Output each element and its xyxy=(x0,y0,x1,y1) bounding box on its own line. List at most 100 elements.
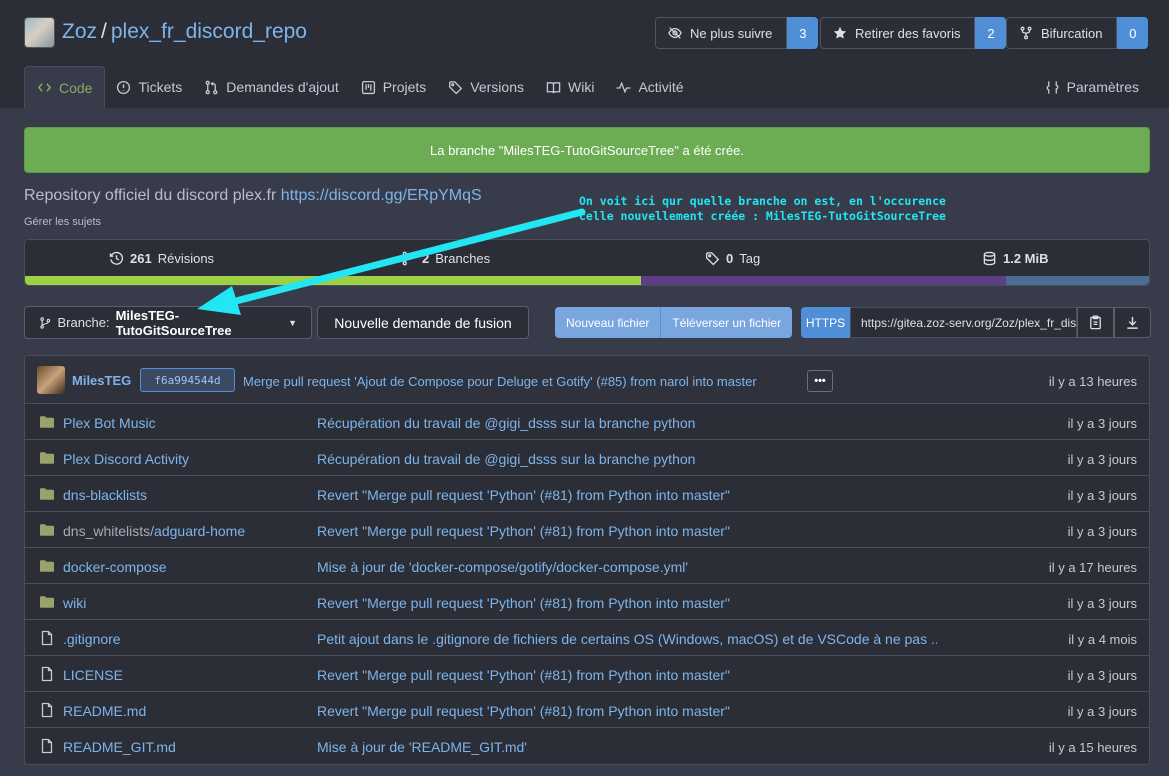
unwatch-button[interactable]: Ne plus suivre xyxy=(655,17,788,49)
commits-stat[interactable]: 261 Révisions xyxy=(109,251,214,266)
tab-pull-requests-label: Demandes d'ajout xyxy=(226,79,339,95)
tab-code[interactable]: Code xyxy=(24,66,106,108)
file-icon xyxy=(41,666,53,682)
commit-message-link[interactable]: Merge pull request 'Ajout de Compose pou… xyxy=(243,374,757,389)
tab-settings[interactable]: Paramètres xyxy=(1034,66,1150,108)
file-name: wiki xyxy=(63,595,87,611)
file-commit-time: il y a 3 jours xyxy=(1067,452,1137,467)
tab-pull-requests[interactable]: Demandes d'ajout xyxy=(193,66,349,108)
repo-owner-link[interactable]: Zoz xyxy=(62,20,97,43)
unwatch-label: Ne plus suivre xyxy=(690,25,773,41)
file-commit-message-link[interactable]: Récupération du travail de @gigi_dsss su… xyxy=(317,415,695,431)
file-name-link[interactable]: LICENSE xyxy=(63,667,123,683)
file-name-link[interactable]: Plex Discord Activity xyxy=(63,451,189,467)
language-segment[interactable] xyxy=(1006,276,1149,285)
file-commit-message-link[interactable]: Revert "Merge pull request 'Python' (#81… xyxy=(317,595,730,611)
tab-issues[interactable]: Tickets xyxy=(105,66,193,108)
file-table: MilesTEG f6a994544d Merge pull request '… xyxy=(24,355,1150,765)
file-name: adguard-home xyxy=(154,523,246,539)
tab-projects[interactable]: Projets xyxy=(350,66,438,108)
file-commit-message-link[interactable]: Revert "Merge pull request 'Python' (#81… xyxy=(317,487,730,503)
language-segment[interactable] xyxy=(640,276,1007,285)
tab-issues-label: Tickets xyxy=(138,79,183,95)
file-commit-time: il y a 3 jours xyxy=(1067,524,1137,539)
file-commit-time: il y a 3 jours xyxy=(1067,668,1137,683)
watchers-count[interactable]: 3 xyxy=(787,17,819,49)
branch-selector-button[interactable]: Branche: MilesTEG-TutoGitSourceTree ▼ xyxy=(24,306,312,339)
tab-projects-label: Projets xyxy=(382,79,427,95)
file-commit-message-link[interactable]: Revert "Merge pull request 'Python' (#81… xyxy=(317,523,730,539)
repo-name-link[interactable]: plex_fr_discord_repo xyxy=(111,20,307,43)
file-row: Plex Bot Music Récupération du travail de… xyxy=(25,404,1149,440)
file-name-link[interactable]: README.md xyxy=(63,703,146,719)
language-stats-bar[interactable] xyxy=(25,276,1149,285)
file-name-link[interactable]: dns_whitelists/adguard-home xyxy=(63,523,245,539)
project-board-icon xyxy=(361,80,375,94)
commit-expand-button[interactable]: ••• xyxy=(807,370,833,392)
repo-avatar[interactable] xyxy=(24,17,55,48)
file-name: dns-blacklists xyxy=(63,487,148,503)
eye-slash-icon xyxy=(668,27,682,39)
author-avatar[interactable] xyxy=(37,366,65,394)
repo-website-link[interactable]: https://discord.gg/ERpYMqS xyxy=(281,187,482,204)
file-name-prefix: dns_whitelists/ xyxy=(63,523,155,539)
tab-releases[interactable]: Versions xyxy=(437,66,535,108)
tab-wiki-label: Wiki xyxy=(568,79,595,95)
clone-protocol-https-button[interactable]: HTTPS xyxy=(801,307,850,338)
branch-prefix-label: Branche: xyxy=(57,315,110,330)
file-name-link[interactable]: README_GIT.md xyxy=(63,739,176,755)
commit-time: il y a 13 heures xyxy=(1048,374,1137,389)
forks-count[interactable]: 0 xyxy=(1117,17,1149,49)
tab-settings-label: Paramètres xyxy=(1066,79,1139,95)
file-name: Plex Discord Activity xyxy=(63,451,190,467)
star-button-group: Retirer des favoris 2 xyxy=(820,17,1007,49)
tab-code-label: Code xyxy=(59,79,93,96)
current-branch-name: MilesTEG-TutoGitSourceTree xyxy=(115,307,232,338)
file-row: README_GIT.md Mise à jour de 'README_GIT.… xyxy=(25,728,1149,764)
unstar-button[interactable]: Retirer des favoris xyxy=(820,17,976,49)
file-commit-message-link[interactable]: Revert "Merge pull request 'Python' (#81… xyxy=(317,667,730,683)
new-file-button[interactable]: Nouveau fichier xyxy=(555,307,662,338)
folder-icon xyxy=(40,488,54,500)
tags-stat[interactable]: 0 Tag xyxy=(705,251,760,266)
repo-separator: / xyxy=(101,20,107,43)
clone-url-input[interactable]: https://gitea.zoz-serv.org/Zoz/plex_fr_d… xyxy=(850,307,1077,338)
download-archive-button[interactable] xyxy=(1114,307,1151,338)
file-commit-message-link[interactable]: Petit ajout dans le .gitignore de fichie… xyxy=(317,631,937,647)
clone-panel: HTTPS https://gitea.zoz-serv.org/Zoz/ple… xyxy=(801,307,1151,338)
file-row: README.md Revert "Merge pull request 'Pyt… xyxy=(25,692,1149,728)
history-icon xyxy=(109,251,124,265)
file-commit-message-link[interactable]: Revert "Merge pull request 'Python' (#81… xyxy=(317,703,730,719)
branches-stat[interactable]: 2 Branches xyxy=(401,251,490,266)
file-name-link[interactable]: dns-blacklists xyxy=(63,487,147,503)
file-name-link[interactable]: Plex Bot Music xyxy=(63,415,156,431)
fork-button[interactable]: Bifurcation xyxy=(1006,17,1118,49)
file-commit-message-link[interactable]: Mise à jour de 'docker-compose/gotify/do… xyxy=(317,559,688,575)
repo-description: Repository officiel du discord plex.fr h… xyxy=(24,187,482,205)
new-pull-request-button[interactable]: Nouvelle demande de fusion xyxy=(317,306,529,339)
repo-header: Zoz / plex_fr_discord_repo Ne plus suivre … xyxy=(0,0,1169,108)
fork-icon xyxy=(1020,26,1032,40)
upload-file-button[interactable]: Téléverser un fichier xyxy=(661,307,793,338)
clipboard-icon xyxy=(1090,315,1101,330)
file-commit-message-link[interactable]: Mise à jour de 'README_GIT.md' xyxy=(317,739,527,755)
commit-sha-link[interactable]: f6a994544d xyxy=(140,368,235,392)
manage-topics-link[interactable]: Gérer les sujets xyxy=(24,216,101,228)
repo-stats-bar: 261 Révisions 2 Branches 0 Tag 1.2 MiB xyxy=(24,239,1150,286)
issue-icon xyxy=(117,80,131,94)
language-segment[interactable] xyxy=(25,276,641,285)
tab-wiki[interactable]: Wiki xyxy=(535,66,605,108)
file-name-link[interactable]: .gitignore xyxy=(63,631,121,647)
tab-activity[interactable]: Activité xyxy=(605,66,694,108)
star-icon xyxy=(833,26,847,39)
file-commit-message-link[interactable]: Récupération du travail de @gigi_dsss su… xyxy=(317,451,695,467)
pulse-icon xyxy=(616,80,631,93)
copy-clone-url-button[interactable] xyxy=(1077,307,1114,338)
branches-label: Branches xyxy=(435,251,491,266)
file-name-link[interactable]: docker-compose xyxy=(63,559,167,575)
tag-icon xyxy=(706,252,720,266)
watch-button-group: Ne plus suivre 3 xyxy=(655,17,819,49)
commit-author-link[interactable]: MilesTEG xyxy=(72,373,131,388)
file-name-link[interactable]: wiki xyxy=(63,595,86,611)
stars-count[interactable]: 2 xyxy=(975,17,1007,49)
